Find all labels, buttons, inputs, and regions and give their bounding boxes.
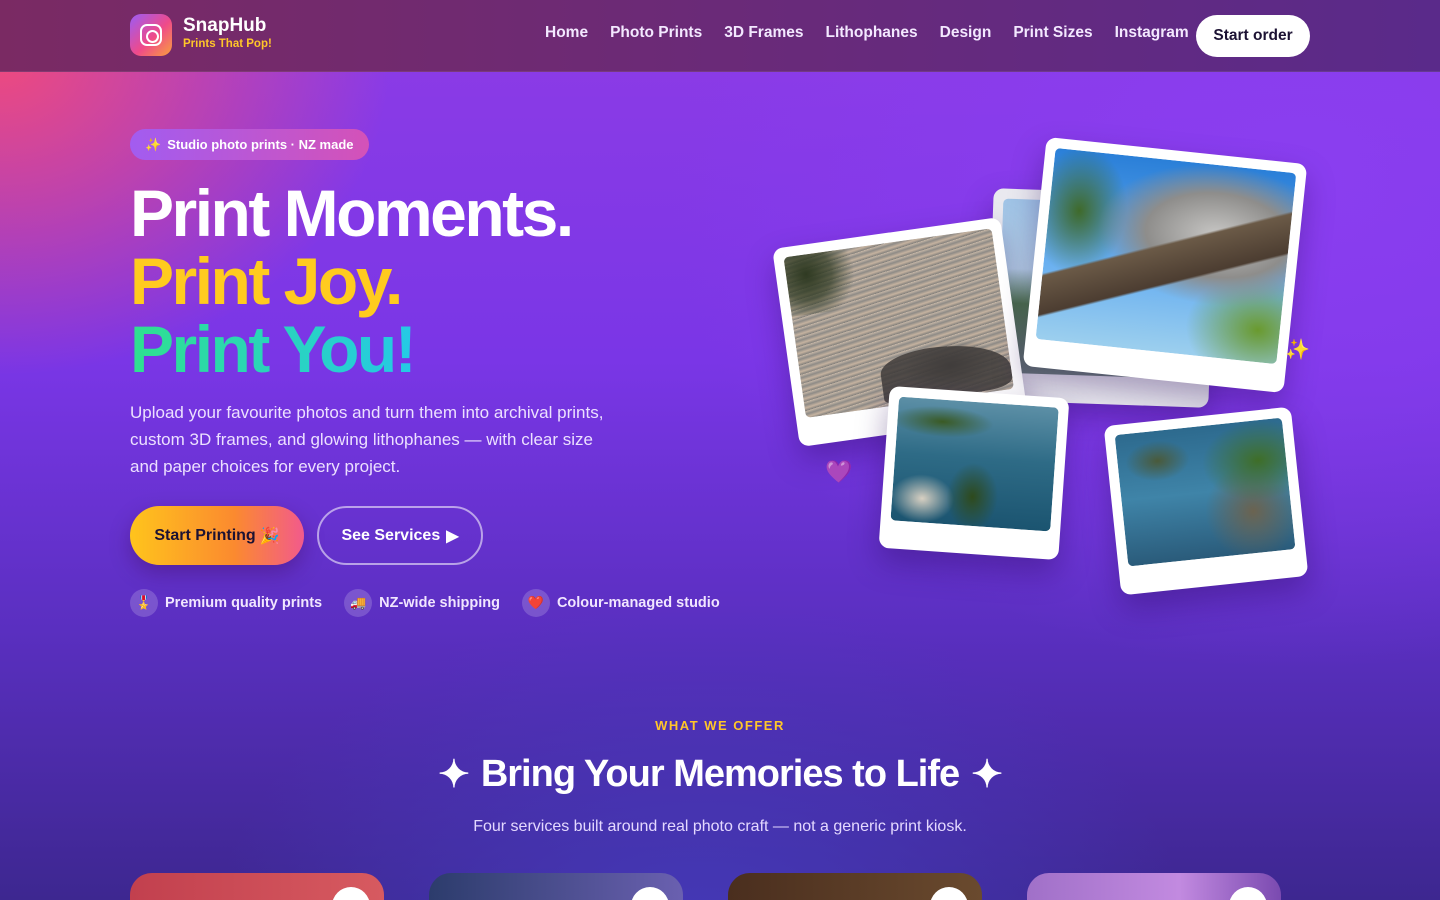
- page: SnapHub Prints That Pop! Home Photo Prin…: [0, 0, 1440, 900]
- see-services-button[interactable]: See Services ▶: [317, 506, 483, 565]
- photo-card-island: [878, 385, 1070, 561]
- sparkle-icon: ✨: [1285, 337, 1310, 361]
- nav-instagram[interactable]: Instagram: [1115, 24, 1189, 42]
- feature-label: Premium quality prints: [165, 595, 323, 611]
- heart-icon: 💜: [825, 460, 853, 485]
- brand-logo-icon[interactable]: [130, 14, 172, 56]
- truck-icon: 🚚: [344, 589, 373, 617]
- service-card[interactable]: [1027, 873, 1281, 900]
- medal-icon: 🎖️: [130, 589, 158, 617]
- photo-card-cliff: [1103, 406, 1309, 596]
- heart-icon: ❤️: [521, 589, 550, 617]
- card-badge-icon: [332, 887, 370, 900]
- service-card[interactable]: [130, 873, 384, 900]
- headline-line-2: Print Joy.: [130, 244, 403, 318]
- play-icon: ▶: [446, 527, 459, 545]
- nav-3d-frames[interactable]: 3D Frames: [724, 24, 803, 42]
- star-icon: ✦: [971, 754, 1003, 796]
- top-nav: SnapHub Prints That Pop! Home Photo Prin…: [0, 0, 1440, 72]
- hero-lead: Upload your favourite photos and turn th…: [130, 403, 604, 476]
- photo-image: [1035, 147, 1297, 365]
- start-printing-label: Start Printing: [154, 526, 256, 544]
- feature-list: 🎖️ Premium quality prints 🚚 NZ-wide ship…: [130, 589, 742, 617]
- party-icon: 🎉: [259, 527, 280, 545]
- feature-item: ❤️ Colour-managed studio: [521, 589, 720, 617]
- hero-badge: ✨ Studio photo prints · NZ made: [130, 129, 369, 160]
- photo-image: [1114, 417, 1296, 567]
- nav-lithophanes[interactable]: Lithophanes: [825, 24, 917, 42]
- service-card[interactable]: [429, 873, 683, 900]
- hero-badge-text: Studio photo prints · NZ made: [167, 137, 354, 152]
- feature-item: 🚚 NZ-wide shipping: [344, 589, 500, 617]
- section-title-text: Bring Your Memories to Life: [480, 753, 960, 795]
- nav-links: Home Photo Prints 3D Frames Lithophanes …: [545, 24, 1211, 42]
- sparkle-icon: ✨: [145, 136, 162, 152]
- headline-line-3: Print You!: [130, 312, 417, 386]
- section-eyebrow: WHAT WE OFFER: [655, 718, 785, 733]
- brand-name[interactable]: SnapHub: [183, 15, 266, 37]
- camera-icon: [140, 24, 162, 46]
- nav-print-sizes[interactable]: Print Sizes: [1013, 24, 1092, 42]
- feature-label: NZ-wide shipping: [379, 595, 500, 611]
- service-card[interactable]: [728, 873, 982, 900]
- start-order-button[interactable]: Start order: [1196, 15, 1310, 57]
- start-printing-button[interactable]: Start Printing 🎉: [130, 506, 304, 565]
- see-services-label: See Services: [341, 526, 441, 544]
- star-icon: ✦: [437, 754, 470, 796]
- card-badge-icon: [1229, 887, 1267, 900]
- headline-line-1: Print Moments.: [130, 176, 574, 250]
- nav-home[interactable]: Home: [545, 24, 588, 42]
- feature-label: Colour-managed studio: [556, 595, 720, 611]
- photo-image: [890, 396, 1059, 532]
- brand-tagline: Prints That Pop!: [183, 38, 272, 50]
- section-title: ✦ Bring Your Memories to Life ✦: [0, 752, 1440, 797]
- section-subtitle: Four services built around real photo cr…: [473, 818, 967, 835]
- card-badge-icon: [930, 887, 968, 900]
- nav-design[interactable]: Design: [940, 24, 992, 42]
- photo-card-temple: [1022, 136, 1308, 394]
- nav-photo-prints[interactable]: Photo Prints: [610, 24, 702, 42]
- card-badge-icon: [631, 887, 669, 900]
- feature-item: 🎖️ Premium quality prints: [130, 589, 322, 617]
